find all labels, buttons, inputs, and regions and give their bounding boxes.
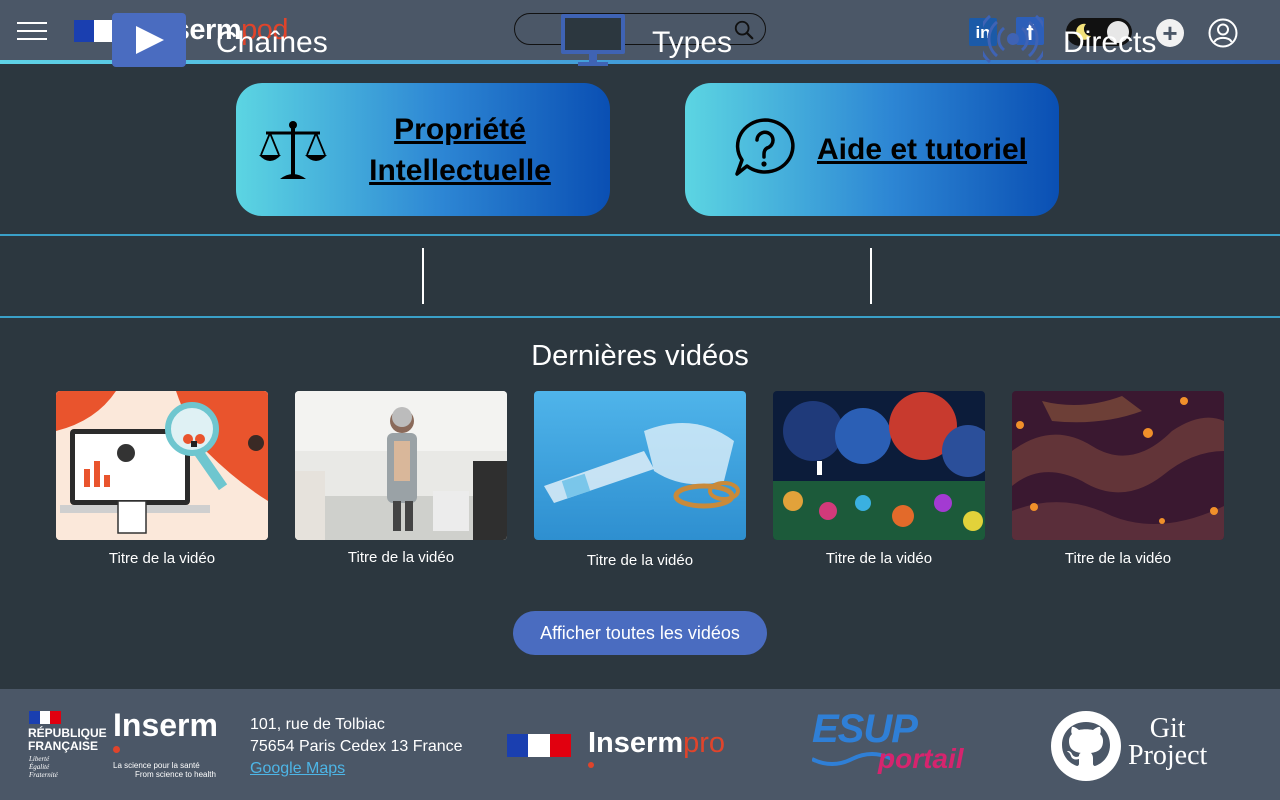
video-title[interactable]: Titre de la vidéo	[295, 549, 507, 566]
marianne-flag-icon	[507, 734, 571, 757]
video-title[interactable]: Titre de la vidéo	[1012, 550, 1224, 567]
google-maps-link[interactable]: Google Maps	[250, 760, 345, 777]
video-card[interactable]: Titre de la vidéo	[295, 391, 507, 566]
video-card[interactable]: Titre de la vidéo	[534, 391, 746, 569]
monitor-icon	[561, 14, 625, 66]
republique-flag-icon	[29, 711, 62, 724]
video-card[interactable]: Titre de la vidéo	[1012, 391, 1224, 567]
esup-portail-logo[interactable]: ESUP portail	[812, 707, 967, 779]
inserm-tagline: La science pour la santé From science to…	[113, 761, 216, 779]
republique-francaise-logo: RÉPUBLIQUE FRANÇAISE	[28, 726, 107, 753]
category-types[interactable]: Types	[560, 10, 780, 70]
republique-motto: Liberté Égalité Fraternité	[29, 755, 58, 779]
play-icon	[112, 13, 186, 67]
video-thumbnail[interactable]	[773, 391, 985, 540]
inserm-pro-logo[interactable]: Insermpro	[588, 727, 725, 760]
git-project-link[interactable]: Git Project	[1128, 715, 1207, 770]
latest-videos-heading: Dernières vidéos	[531, 340, 749, 372]
logo-dot	[588, 762, 594, 768]
menu-bar	[17, 30, 47, 32]
video-card[interactable]: Titre de la vidéo	[773, 391, 985, 567]
intellectual-property-card[interactable]: Propriété Intellectuelle	[236, 83, 610, 216]
help-card[interactable]: Aide et tutoriel	[685, 83, 1059, 216]
github-icon[interactable]	[1050, 710, 1122, 782]
video-card[interactable]: Titre de la vidéo	[56, 391, 268, 567]
address-line: 101, rue de Tolbiac	[250, 716, 385, 733]
categories-bar	[0, 234, 1280, 318]
footer: RÉPUBLIQUE FRANÇAISE Liberté Égalité Fra…	[0, 689, 1280, 800]
menu-button[interactable]	[17, 22, 47, 42]
video-thumbnail[interactable]	[1012, 391, 1224, 540]
inserm-logo-dot	[113, 746, 120, 753]
menu-bar	[17, 22, 47, 24]
category-separator	[870, 248, 872, 304]
intellectual-property-link[interactable]: Propriété Intellectuelle	[369, 113, 551, 187]
category-channels[interactable]: Chaînes	[112, 10, 372, 70]
address-block: 101, rue de Tolbiac 75654 Paris Cedex 13…	[250, 714, 463, 780]
video-title[interactable]: Titre de la vidéo	[534, 552, 746, 569]
category-label: Directs	[1063, 26, 1157, 59]
category-label: Types	[652, 26, 733, 59]
show-all-videos-button[interactable]: Afficher toutes les vidéos	[513, 611, 767, 655]
scales-icon	[259, 121, 327, 179]
help-link[interactable]: Aide et tutoriel	[817, 133, 1027, 166]
video-thumbnail[interactable]	[56, 391, 268, 540]
broadcast-icon	[983, 14, 1043, 64]
menu-bar	[17, 38, 47, 40]
video-title[interactable]: Titre de la vidéo	[56, 550, 268, 567]
category-live[interactable]: Directs	[983, 10, 1203, 70]
address-line: 75654 Paris Cedex 13 France	[250, 738, 463, 755]
category-label: Chaînes	[216, 26, 328, 59]
video-thumbnail[interactable]	[534, 391, 746, 540]
category-separator	[422, 248, 424, 304]
inserm-logo[interactable]: Inserm	[113, 707, 218, 744]
video-thumbnail[interactable]	[295, 391, 507, 540]
user-account-icon[interactable]	[1208, 18, 1238, 48]
help-question-icon	[735, 118, 795, 176]
video-title[interactable]: Titre de la vidéo	[773, 550, 985, 567]
